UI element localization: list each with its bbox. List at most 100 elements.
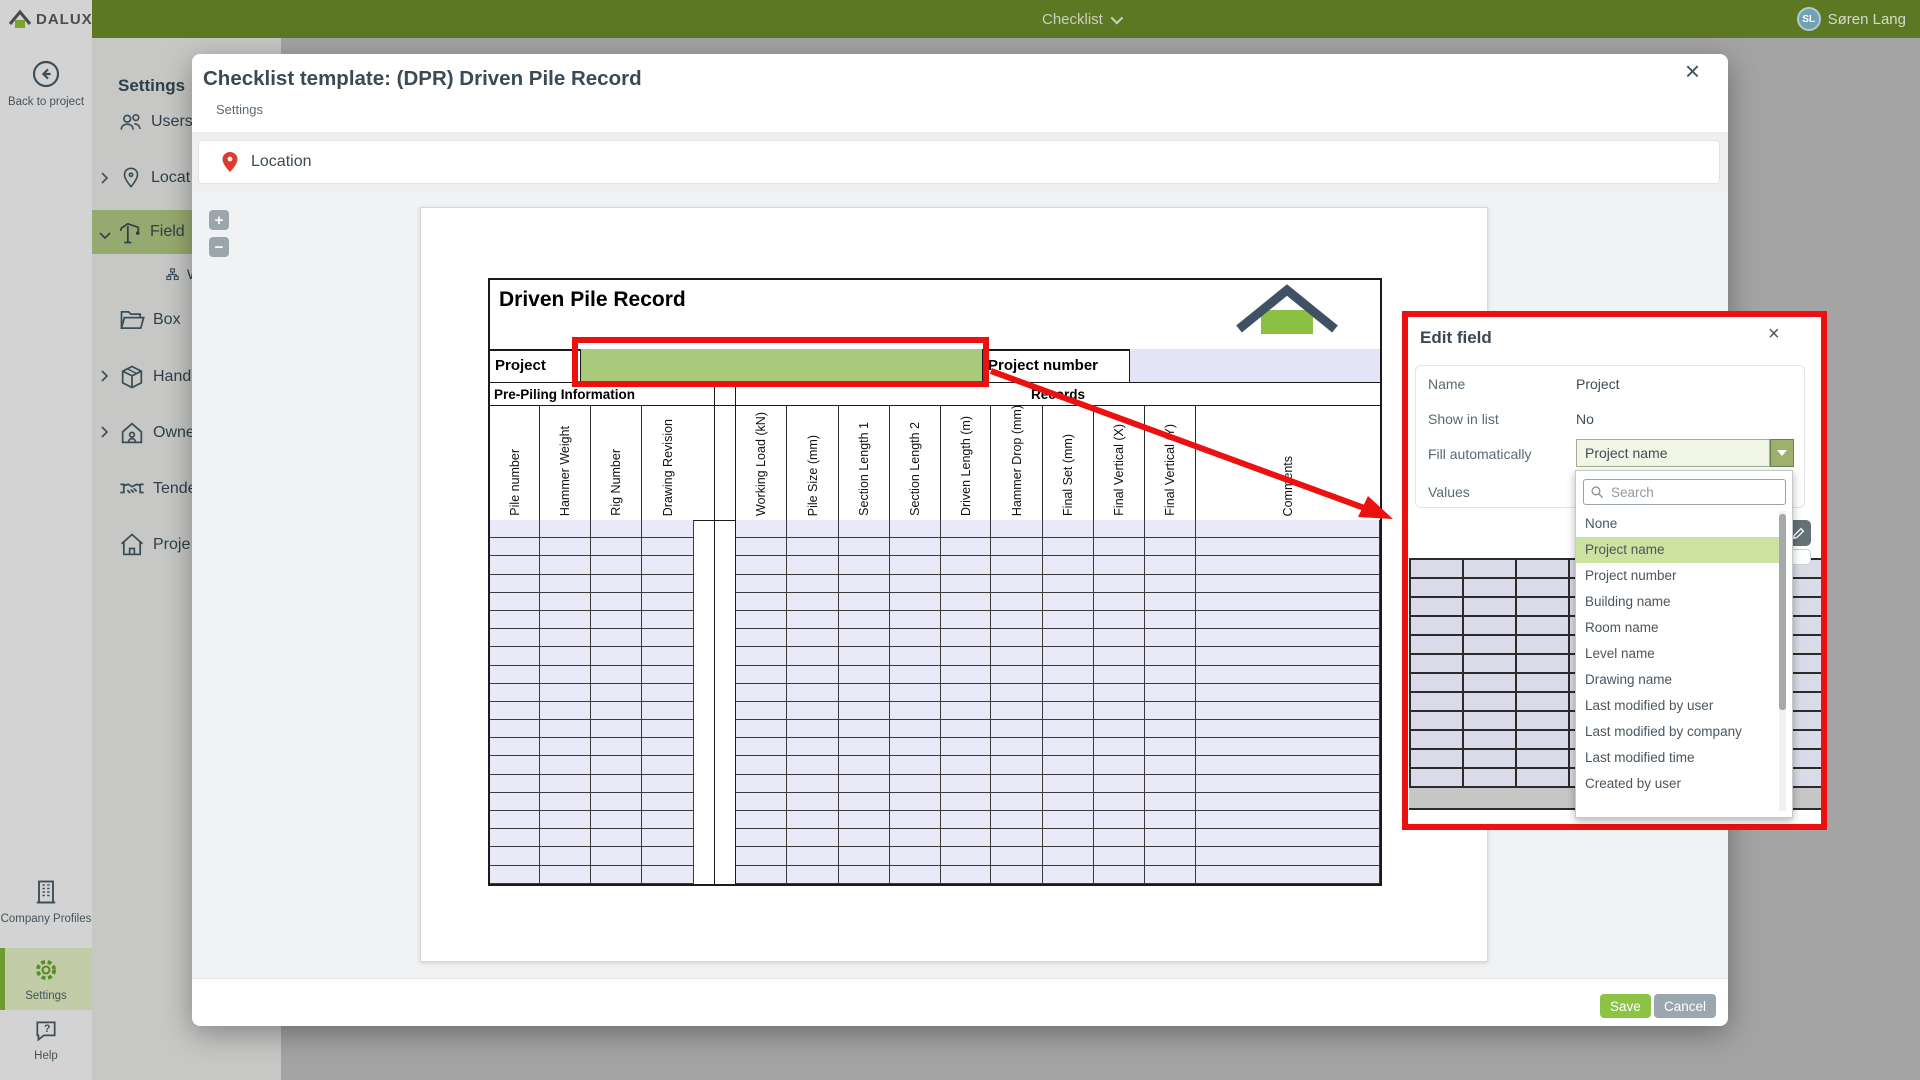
user-menu[interactable]: SL Søren Lang [1797,0,1906,38]
grid-cell [540,556,591,574]
sidebar-item-handover[interactable]: Hand [118,363,191,391]
sidebar-item-location[interactable]: Locat [118,165,190,191]
select-dropdown-button[interactable] [1770,439,1794,467]
grid-cell [540,684,591,702]
settings-rail-active-background[interactable]: Settings [0,948,92,1010]
grid-cell [1196,611,1380,629]
edit-field-close-button[interactable]: × [1768,323,1780,346]
grid-cell [787,647,839,665]
grid-cell [991,575,1043,593]
grid-cell [1517,769,1570,786]
zoom-out-button[interactable]: − [209,237,229,257]
back-to-project-label: Back to project [0,96,92,109]
sidebar-item-tender[interactable]: Tende [118,475,197,503]
modal-close-button[interactable]: × [1685,58,1700,84]
grid-cell [839,829,890,847]
grid-cell [1094,684,1145,702]
dropdown-option[interactable]: Drawing name [1576,667,1786,693]
grid-cell [941,829,991,847]
dropdown-option[interactable]: Created by user [1576,771,1786,797]
sidebar-item-field[interactable]: Field [115,218,185,246]
dropdown-option[interactable]: None [1576,511,1786,537]
grid-cell [1145,829,1196,847]
grid-cell [941,538,991,556]
grid-cell [1043,575,1094,593]
sidebar-item-users[interactable]: Users [118,109,193,135]
grid-cell [540,611,591,629]
grid-cell [642,629,694,647]
dropdown-option[interactable]: Project name [1576,537,1786,563]
chevron-right-icon[interactable] [99,171,109,189]
grid-cell [991,629,1043,647]
grid-cell [736,629,787,647]
modal-title: Checklist template: (DPR) Driven Pile Re… [203,67,642,91]
dropdown-option[interactable]: Last modified time [1576,745,1786,771]
handshake-icon [118,475,146,503]
chevron-right-icon[interactable] [99,425,109,443]
save-button[interactable]: Save [1600,994,1651,1018]
dropdown-option[interactable]: Last modified by company [1576,719,1786,745]
grid-cell [1517,560,1570,579]
grid-cell [1043,556,1094,574]
grid-cell [642,538,694,556]
column-header: Section Length 2 [908,416,922,520]
back-to-project-button[interactable]: Back to project [0,58,92,109]
grid-cell [736,702,787,720]
cancel-button[interactable]: Cancel [1654,994,1716,1018]
sidebar-item-box[interactable]: Box [118,306,181,334]
grid-cell [839,593,890,611]
grid-cell [1196,538,1380,556]
app-switcher[interactable]: Checklist [1042,0,1120,38]
help-button[interactable]: ? Help [0,1018,92,1063]
grid-cell [991,756,1043,774]
grid-cell [1145,611,1196,629]
grid-cell [490,647,540,665]
dropdown-option[interactable]: Project number [1576,563,1786,589]
column-header: Final Vertical (Y) [1163,418,1177,520]
grid-cell [1196,593,1380,611]
dropdown-scrollbar-thumb[interactable] [1779,514,1786,710]
dropdown-option[interactable]: Room name [1576,615,1786,641]
grid-cell [540,575,591,593]
search-input[interactable] [1609,484,1785,501]
org-chart-icon [165,267,180,282]
grid-cell [490,847,540,865]
project-number-value-cell[interactable] [1130,349,1380,382]
sidebar-item-owner[interactable]: Owne [118,419,195,447]
users-icon [118,109,144,135]
grid-cell [1196,720,1380,738]
settings-rail-button[interactable]: Settings [0,956,92,1003]
grid-cell [839,811,890,829]
dropdown-option[interactable]: Last modified by user [1576,693,1786,719]
grid-cell [642,647,694,665]
grid-cell [1094,829,1145,847]
dropdown-search[interactable] [1583,479,1786,505]
crane-icon [115,218,143,246]
grid-cell [839,775,890,793]
grid-cell [1094,647,1145,665]
name-value: Project [1576,376,1620,392]
brand-logo[interactable]: DALUX [0,0,92,38]
zoom-in-button[interactable]: + [209,210,229,230]
grid-cell [591,720,642,738]
sidebar-item-projects[interactable]: Proje [118,531,190,559]
house-person-icon [118,419,146,447]
grid-cell [1517,617,1570,636]
grid-cell [787,811,839,829]
fill-automatically-select[interactable]: Project name [1576,439,1770,467]
grid-cell [1196,556,1380,574]
chevron-down-icon[interactable] [99,227,111,245]
map-pin-icon [221,151,239,173]
grid-cell [1043,793,1094,811]
grid-cell [1145,738,1196,756]
grid-cell [490,538,540,556]
location-bar[interactable]: Location [198,140,1720,184]
grid-cell [642,593,694,611]
company-profiles-button[interactable]: Company Profiles [0,878,92,926]
grid-cell [540,629,591,647]
dropdown-option[interactable]: Level name [1576,641,1786,667]
chevron-right-icon[interactable] [99,369,109,387]
tab-settings[interactable]: Settings [216,102,263,117]
dropdown-option[interactable]: Building name [1576,589,1786,615]
grid-cell [991,829,1043,847]
